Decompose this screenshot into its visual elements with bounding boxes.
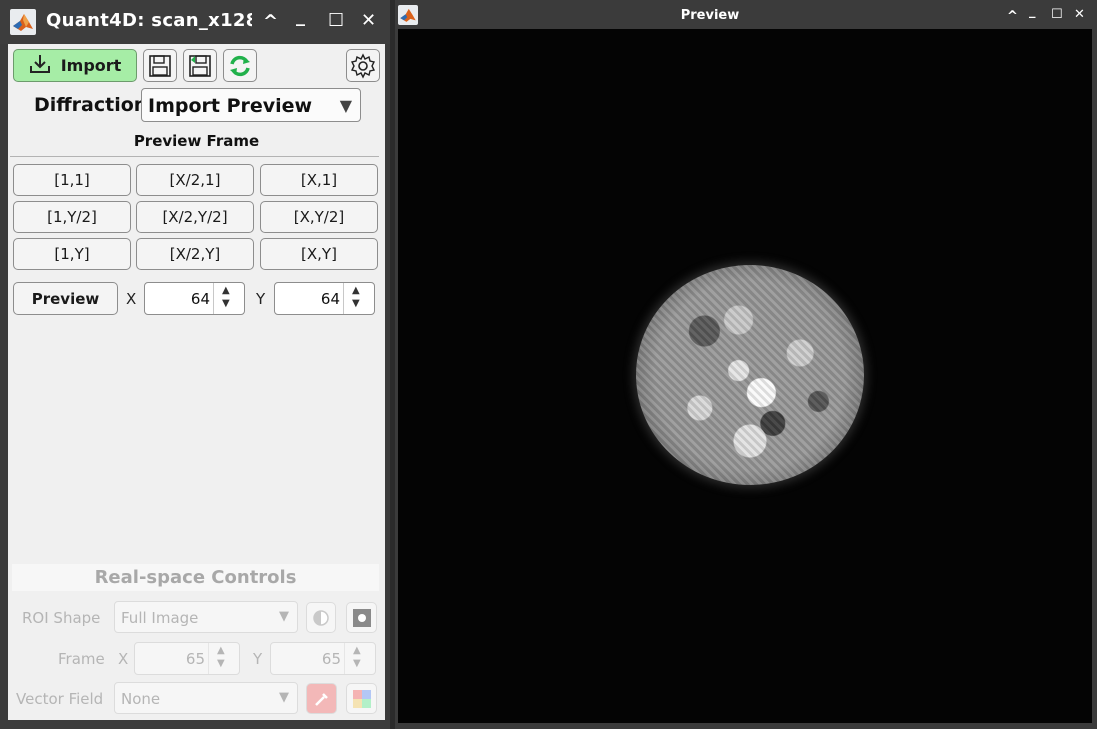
y-spinner[interactable]: 64 ▲ ▼ <box>274 282 375 315</box>
preview-button[interactable]: Preview <box>13 282 118 315</box>
frame-button-x2-1[interactable]: [X/2,1] <box>136 164 254 196</box>
frame-y-label: Y <box>253 650 263 668</box>
roi-shape-label: ROI Shape <box>22 609 101 627</box>
save-button[interactable] <box>143 49 177 82</box>
y-value: 64 <box>320 290 340 308</box>
refresh-button[interactable] <box>223 49 257 82</box>
import-button[interactable]: Import <box>13 49 137 82</box>
spin-down-icon[interactable]: ▼ <box>222 298 230 309</box>
half-circle-icon <box>313 609 329 626</box>
left-titlebar[interactable]: Quant4D: scan_x128_ ^ _ ☐ ✕ <box>0 0 390 44</box>
settings-button[interactable] <box>346 49 380 82</box>
pipette-icon <box>314 692 328 706</box>
roi-shape-value: Full Image <box>121 609 199 627</box>
roi-shape-dropdown[interactable]: Full Image ▼ <box>114 601 298 633</box>
diffraction-dropdown[interactable]: Import Preview ▼ <box>141 88 361 122</box>
dropdown-arrow-icon: ▼ <box>339 96 352 115</box>
download-icon <box>29 54 51 78</box>
frame-x-label: X <box>118 650 129 668</box>
frame-button-x-y2[interactable]: [X,Y/2] <box>260 201 378 233</box>
preview-window-title: Preview <box>680 8 740 23</box>
frame-button-x2-y2[interactable]: [X/2,Y/2] <box>136 201 254 233</box>
frame-y-value: 65 <box>321 650 341 668</box>
save-icon <box>149 54 171 77</box>
frame-button-x-1[interactable]: [X,1] <box>260 164 378 196</box>
frame-button-1-y2[interactable]: [1,Y/2] <box>13 201 131 233</box>
x-label: X <box>126 290 137 308</box>
frame-label: Frame <box>58 650 105 668</box>
expand-up-icon[interactable]: ^ <box>263 13 278 31</box>
expand-up-icon[interactable]: ^ <box>1007 10 1018 23</box>
roi-invert-button[interactable] <box>306 602 336 633</box>
spin-down-icon[interactable]: ▼ <box>353 658 361 669</box>
save-as-button[interactable] <box>183 49 217 82</box>
frame-x-spinner[interactable]: 65 ▲ ▼ <box>134 642 240 675</box>
spin-down-icon[interactable]: ▼ <box>217 658 225 669</box>
gear-icon <box>350 52 376 79</box>
x-value: 64 <box>190 290 210 308</box>
diffraction-selected: Import Preview <box>148 95 313 117</box>
refresh-icon <box>230 55 250 76</box>
maximize-icon[interactable]: ☐ <box>1051 8 1063 21</box>
vector-field-value: None <box>121 690 161 708</box>
frame-button-x2-y[interactable]: [X/2,Y] <box>136 238 254 270</box>
frame-button-1-1[interactable]: [1,1] <box>13 164 131 196</box>
x-spinner-arrows[interactable]: ▲ ▼ <box>213 283 244 314</box>
y-label: Y <box>256 290 266 308</box>
vector-field-dropdown[interactable]: None ▼ <box>114 682 298 714</box>
frame-y-arrows[interactable]: ▲ ▼ <box>344 643 375 674</box>
diffraction-disc <box>636 265 864 485</box>
maximize-icon[interactable]: ☐ <box>328 12 344 30</box>
frame-x-arrows[interactable]: ▲ ▼ <box>208 643 239 674</box>
control-panel: Import Diffraction Import Preview ▼ Prev… <box>8 44 385 720</box>
preview-window: Preview ^ _ ☐ ✕ <box>395 0 1097 729</box>
spin-up-icon[interactable]: ▲ <box>353 645 361 656</box>
roi-draw-button[interactable] <box>346 602 377 633</box>
realspace-title: Real-space Controls <box>12 564 379 591</box>
diffraction-preview-image[interactable] <box>398 29 1092 723</box>
vector-field-label: Vector Field <box>16 690 104 708</box>
pipette-button[interactable] <box>306 683 337 714</box>
frame-x-value: 65 <box>185 650 205 668</box>
filled-circle-icon <box>352 608 371 627</box>
quant4d-window: Quant4D: scan_x128_ ^ _ ☐ ✕ Import Diffr… <box>0 0 390 729</box>
spin-up-icon[interactable]: ▲ <box>217 645 225 656</box>
import-label: Import <box>60 56 122 75</box>
frame-button-1-y[interactable]: [1,Y] <box>13 238 131 270</box>
close-icon[interactable]: ✕ <box>361 12 376 30</box>
close-icon[interactable]: ✕ <box>1074 8 1085 21</box>
dropdown-arrow-icon: ▼ <box>279 690 289 705</box>
matlab-icon <box>10 9 36 35</box>
diffraction-label: Diffraction <box>34 94 148 116</box>
minimize-icon[interactable]: _ <box>296 8 305 26</box>
y-spinner-arrows[interactable]: ▲ ▼ <box>343 283 374 314</box>
spin-up-icon[interactable]: ▲ <box>222 285 230 296</box>
spin-up-icon[interactable]: ▲ <box>352 285 360 296</box>
window-title: Quant4D: scan_x128_ <box>46 10 252 31</box>
dropdown-arrow-icon: ▼ <box>279 609 289 624</box>
frame-y-spinner[interactable]: 65 ▲ ▼ <box>270 642 376 675</box>
x-spinner[interactable]: 64 ▲ ▼ <box>144 282 245 315</box>
color-wheel-icon <box>352 689 371 708</box>
preview-frame-title: Preview Frame <box>133 132 260 150</box>
save-as-icon <box>189 54 211 77</box>
color-wheel-button[interactable] <box>346 683 377 714</box>
minimize-icon[interactable]: _ <box>1029 5 1036 18</box>
divider <box>10 156 379 157</box>
spin-down-icon[interactable]: ▼ <box>352 298 360 309</box>
frame-button-x-y[interactable]: [X,Y] <box>260 238 378 270</box>
